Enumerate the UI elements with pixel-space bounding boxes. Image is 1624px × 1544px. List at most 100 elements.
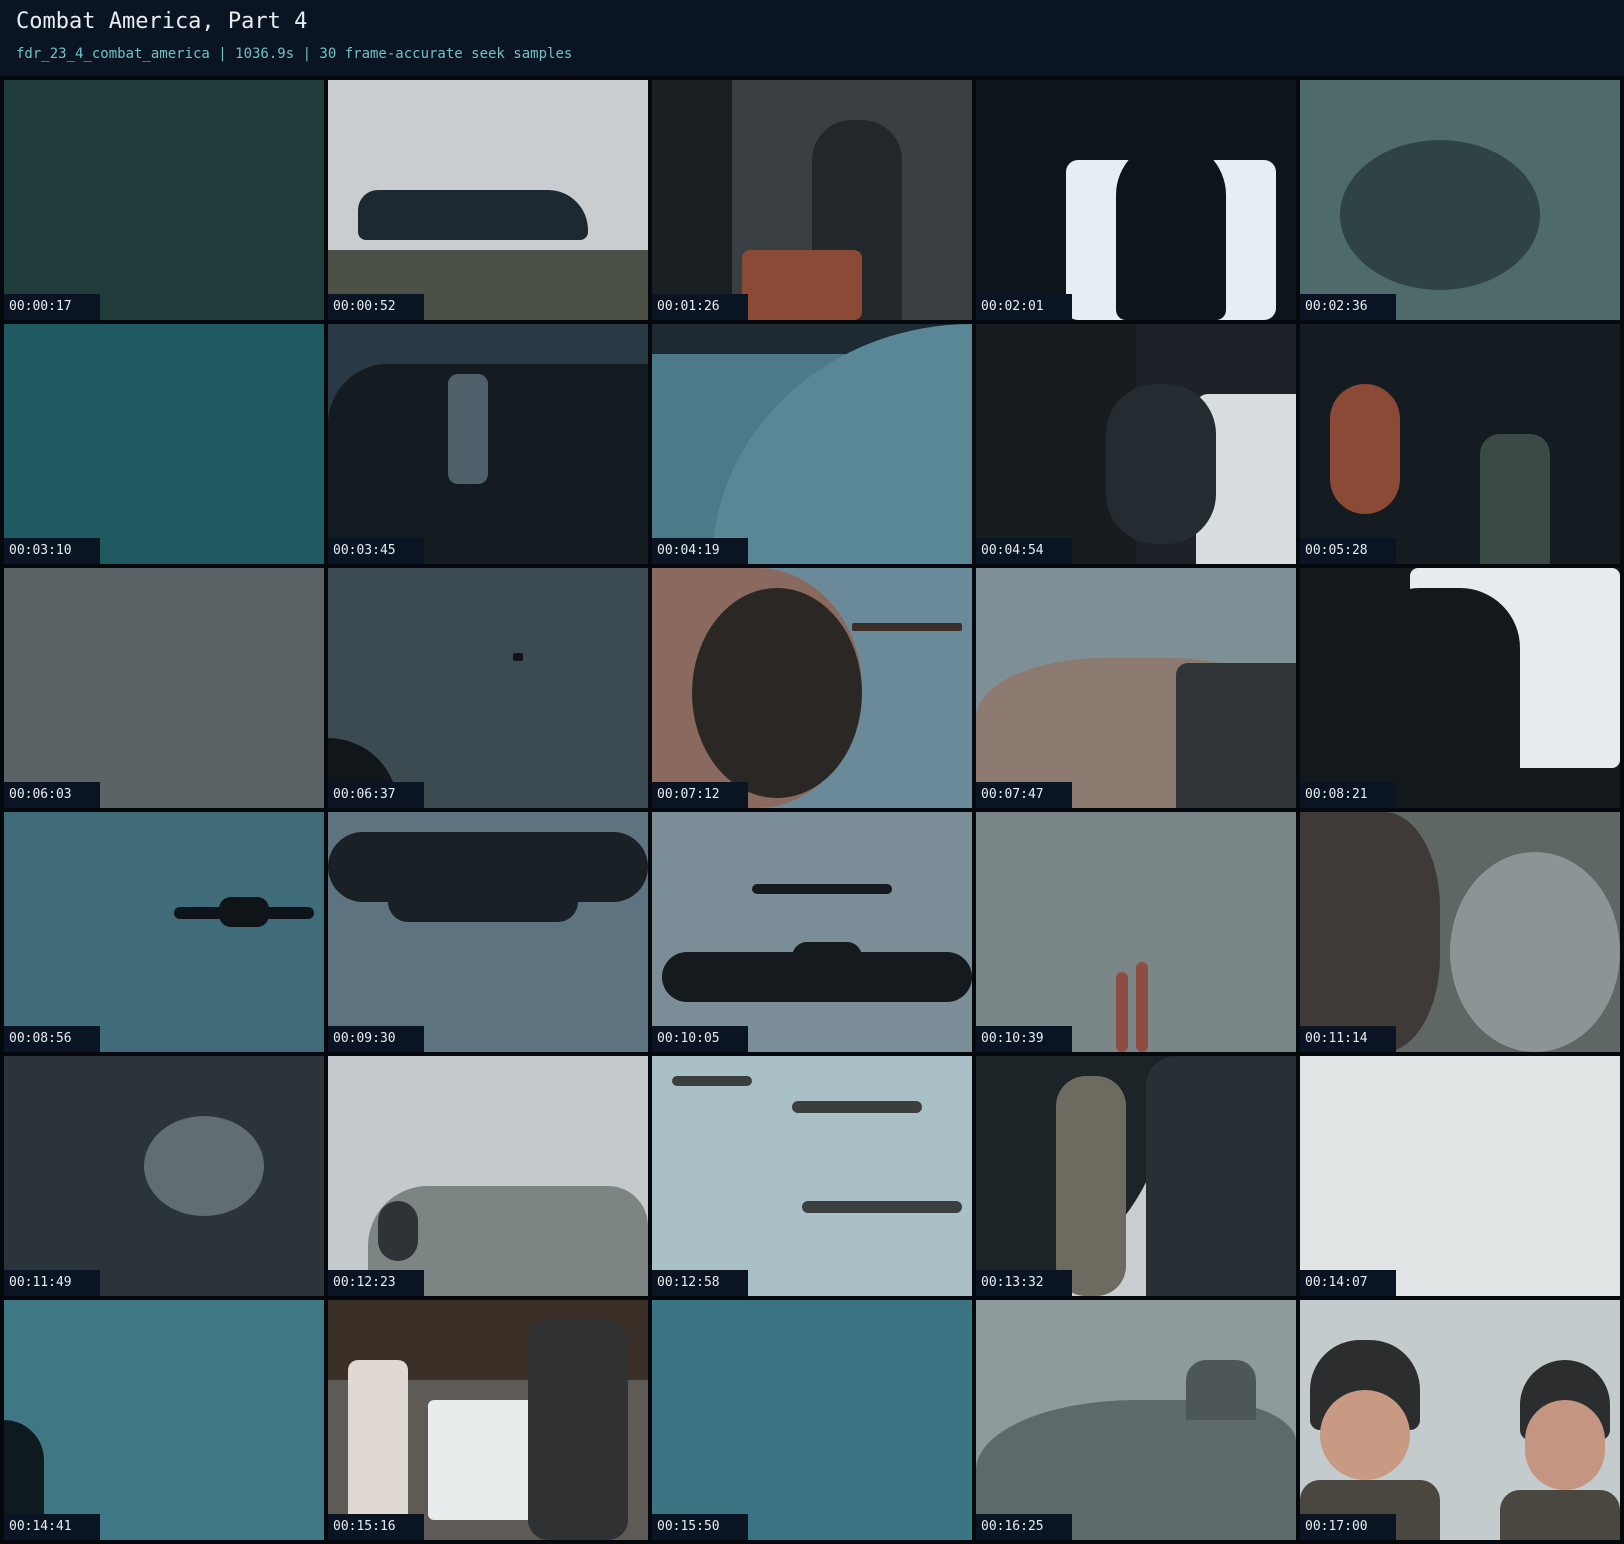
frame-thumbnail[interactable]: 00:10:39 — [976, 812, 1296, 1052]
frame-timestamp: 00:17:00 — [1300, 1514, 1396, 1540]
frame-image — [4, 324, 324, 564]
frame-timestamp: 00:16:25 — [976, 1514, 1072, 1540]
frame-thumbnail[interactable]: 00:16:25 — [976, 1300, 1296, 1540]
frame-timestamp: 00:13:32 — [976, 1270, 1072, 1296]
frame-timestamp: 00:03:45 — [328, 538, 424, 564]
frame-thumbnail[interactable]: 00:07:12 — [652, 568, 972, 808]
frame-timestamp: 00:10:39 — [976, 1026, 1072, 1052]
frame-image — [1300, 80, 1620, 320]
frame-image — [976, 80, 1296, 320]
frame-image — [328, 1056, 648, 1296]
frame-image — [328, 568, 648, 808]
frame-image-shape — [1176, 663, 1296, 808]
frame-image-shape — [742, 250, 862, 320]
frame-thumbnail[interactable]: 00:11:49 — [4, 1056, 324, 1296]
page-subtitle: fdr_23_4_combat_america | 1036.9s | 30 f… — [16, 46, 573, 62]
frame-image — [4, 812, 324, 1052]
frame-thumbnail[interactable]: 00:15:50 — [652, 1300, 972, 1540]
frame-image-shape — [1340, 140, 1540, 290]
frame-image-shape — [1116, 972, 1128, 1052]
frame-image — [976, 812, 1296, 1052]
frame-thumbnail[interactable]: 00:06:03 — [4, 568, 324, 808]
frame-image-shape — [802, 1201, 962, 1213]
frame-image — [4, 1056, 324, 1296]
frame-timestamp: 00:05:28 — [1300, 538, 1396, 564]
frame-image-shape — [752, 884, 892, 894]
frame-image — [328, 324, 648, 564]
frame-thumbnail[interactable]: 00:14:41 — [4, 1300, 324, 1540]
frame-image — [4, 1300, 324, 1540]
frame-image — [4, 80, 324, 320]
frame-thumbnail[interactable]: 00:10:05 — [652, 812, 972, 1052]
frame-timestamp: 00:03:10 — [4, 538, 100, 564]
frame-thumbnail[interactable]: 00:06:37 — [328, 568, 648, 808]
frame-image-shape — [1450, 852, 1620, 1052]
frame-image — [652, 1300, 972, 1540]
frame-image — [976, 568, 1296, 808]
frame-thumbnail[interactable]: 00:15:16 — [328, 1300, 648, 1540]
frame-image-shape — [1320, 1390, 1410, 1480]
frame-thumbnail[interactable]: 00:04:19 — [652, 324, 972, 564]
frame-image-shape — [348, 1360, 408, 1540]
frame-thumbnail[interactable]: 00:14:07 — [1300, 1056, 1620, 1296]
frame-thumbnail[interactable]: 00:03:10 — [4, 324, 324, 564]
page-header: Combat America, Part 4 fdr_23_4_combat_a… — [0, 0, 1624, 76]
frame-thumbnail[interactable]: 00:01:26 — [652, 80, 972, 320]
frame-image-shape — [792, 942, 862, 972]
frame-image — [652, 80, 972, 320]
frame-image-shape — [1480, 434, 1550, 564]
frame-image — [1300, 324, 1620, 564]
frame-image-shape — [692, 588, 862, 798]
frame-timestamp: 00:15:16 — [328, 1514, 424, 1540]
frame-image — [1300, 1056, 1620, 1296]
frame-thumbnail[interactable]: 00:12:23 — [328, 1056, 648, 1296]
frame-thumbnail[interactable]: 00:08:21 — [1300, 568, 1620, 808]
frame-timestamp: 00:04:54 — [976, 538, 1072, 564]
frame-thumbnail[interactable]: 00:11:14 — [1300, 812, 1620, 1052]
frame-timestamp: 00:10:05 — [652, 1026, 748, 1052]
frame-timestamp: 00:01:26 — [652, 294, 748, 320]
frame-image — [1300, 1300, 1620, 1540]
frame-thumbnail[interactable]: 00:09:30 — [328, 812, 648, 1052]
frame-image-shape — [388, 872, 578, 922]
frame-image — [1300, 568, 1620, 808]
frame-thumbnail[interactable]: 00:03:45 — [328, 324, 648, 564]
frame-thumbnail[interactable]: 00:08:56 — [4, 812, 324, 1052]
frame-timestamp: 00:12:23 — [328, 1270, 424, 1296]
frame-thumbnail[interactable]: 00:00:52 — [328, 80, 648, 320]
frame-timestamp: 00:06:03 — [4, 782, 100, 808]
frame-image-shape — [528, 1320, 628, 1540]
frame-timestamp: 00:08:56 — [4, 1026, 100, 1052]
frame-timestamp: 00:02:01 — [976, 294, 1072, 320]
frame-timestamp: 00:06:37 — [328, 782, 424, 808]
frame-image-shape — [378, 1201, 418, 1261]
frame-image-shape — [1186, 1360, 1256, 1420]
frame-timestamp: 00:07:12 — [652, 782, 748, 808]
frame-thumbnail[interactable]: 00:05:28 — [1300, 324, 1620, 564]
frame-image — [652, 568, 972, 808]
frame-image-shape — [513, 653, 523, 661]
frame-timestamp: 00:11:49 — [4, 1270, 100, 1296]
frame-image-shape — [1360, 588, 1520, 808]
frame-image-shape — [1525, 1400, 1605, 1490]
frame-image-shape — [852, 623, 962, 631]
frame-thumbnail[interactable]: 00:00:17 — [4, 80, 324, 320]
frame-image — [976, 1056, 1296, 1296]
frame-timestamp: 00:14:07 — [1300, 1270, 1396, 1296]
frame-image — [652, 812, 972, 1052]
frame-thumbnail[interactable]: 00:13:32 — [976, 1056, 1296, 1296]
frame-thumbnail[interactable]: 00:02:01 — [976, 80, 1296, 320]
frame-image — [328, 1300, 648, 1540]
frame-thumbnail[interactable]: 00:17:00 — [1300, 1300, 1620, 1540]
frame-thumbnail[interactable]: 00:02:36 — [1300, 80, 1620, 320]
frame-thumbnail[interactable]: 00:04:54 — [976, 324, 1296, 564]
frame-image — [652, 1056, 972, 1296]
frame-image-shape — [1136, 962, 1148, 1052]
frame-thumbnail[interactable]: 00:07:47 — [976, 568, 1296, 808]
frame-timestamp: 00:14:41 — [4, 1514, 100, 1540]
frame-image — [1300, 812, 1620, 1052]
frame-image — [976, 324, 1296, 564]
frame-image-shape — [1300, 812, 1440, 1052]
frame-grid: 00:00:17 00:00:52 00:01:26 00:02:01 00:02:36… — [4, 80, 1624, 1544]
frame-thumbnail[interactable]: 00:12:58 — [652, 1056, 972, 1296]
